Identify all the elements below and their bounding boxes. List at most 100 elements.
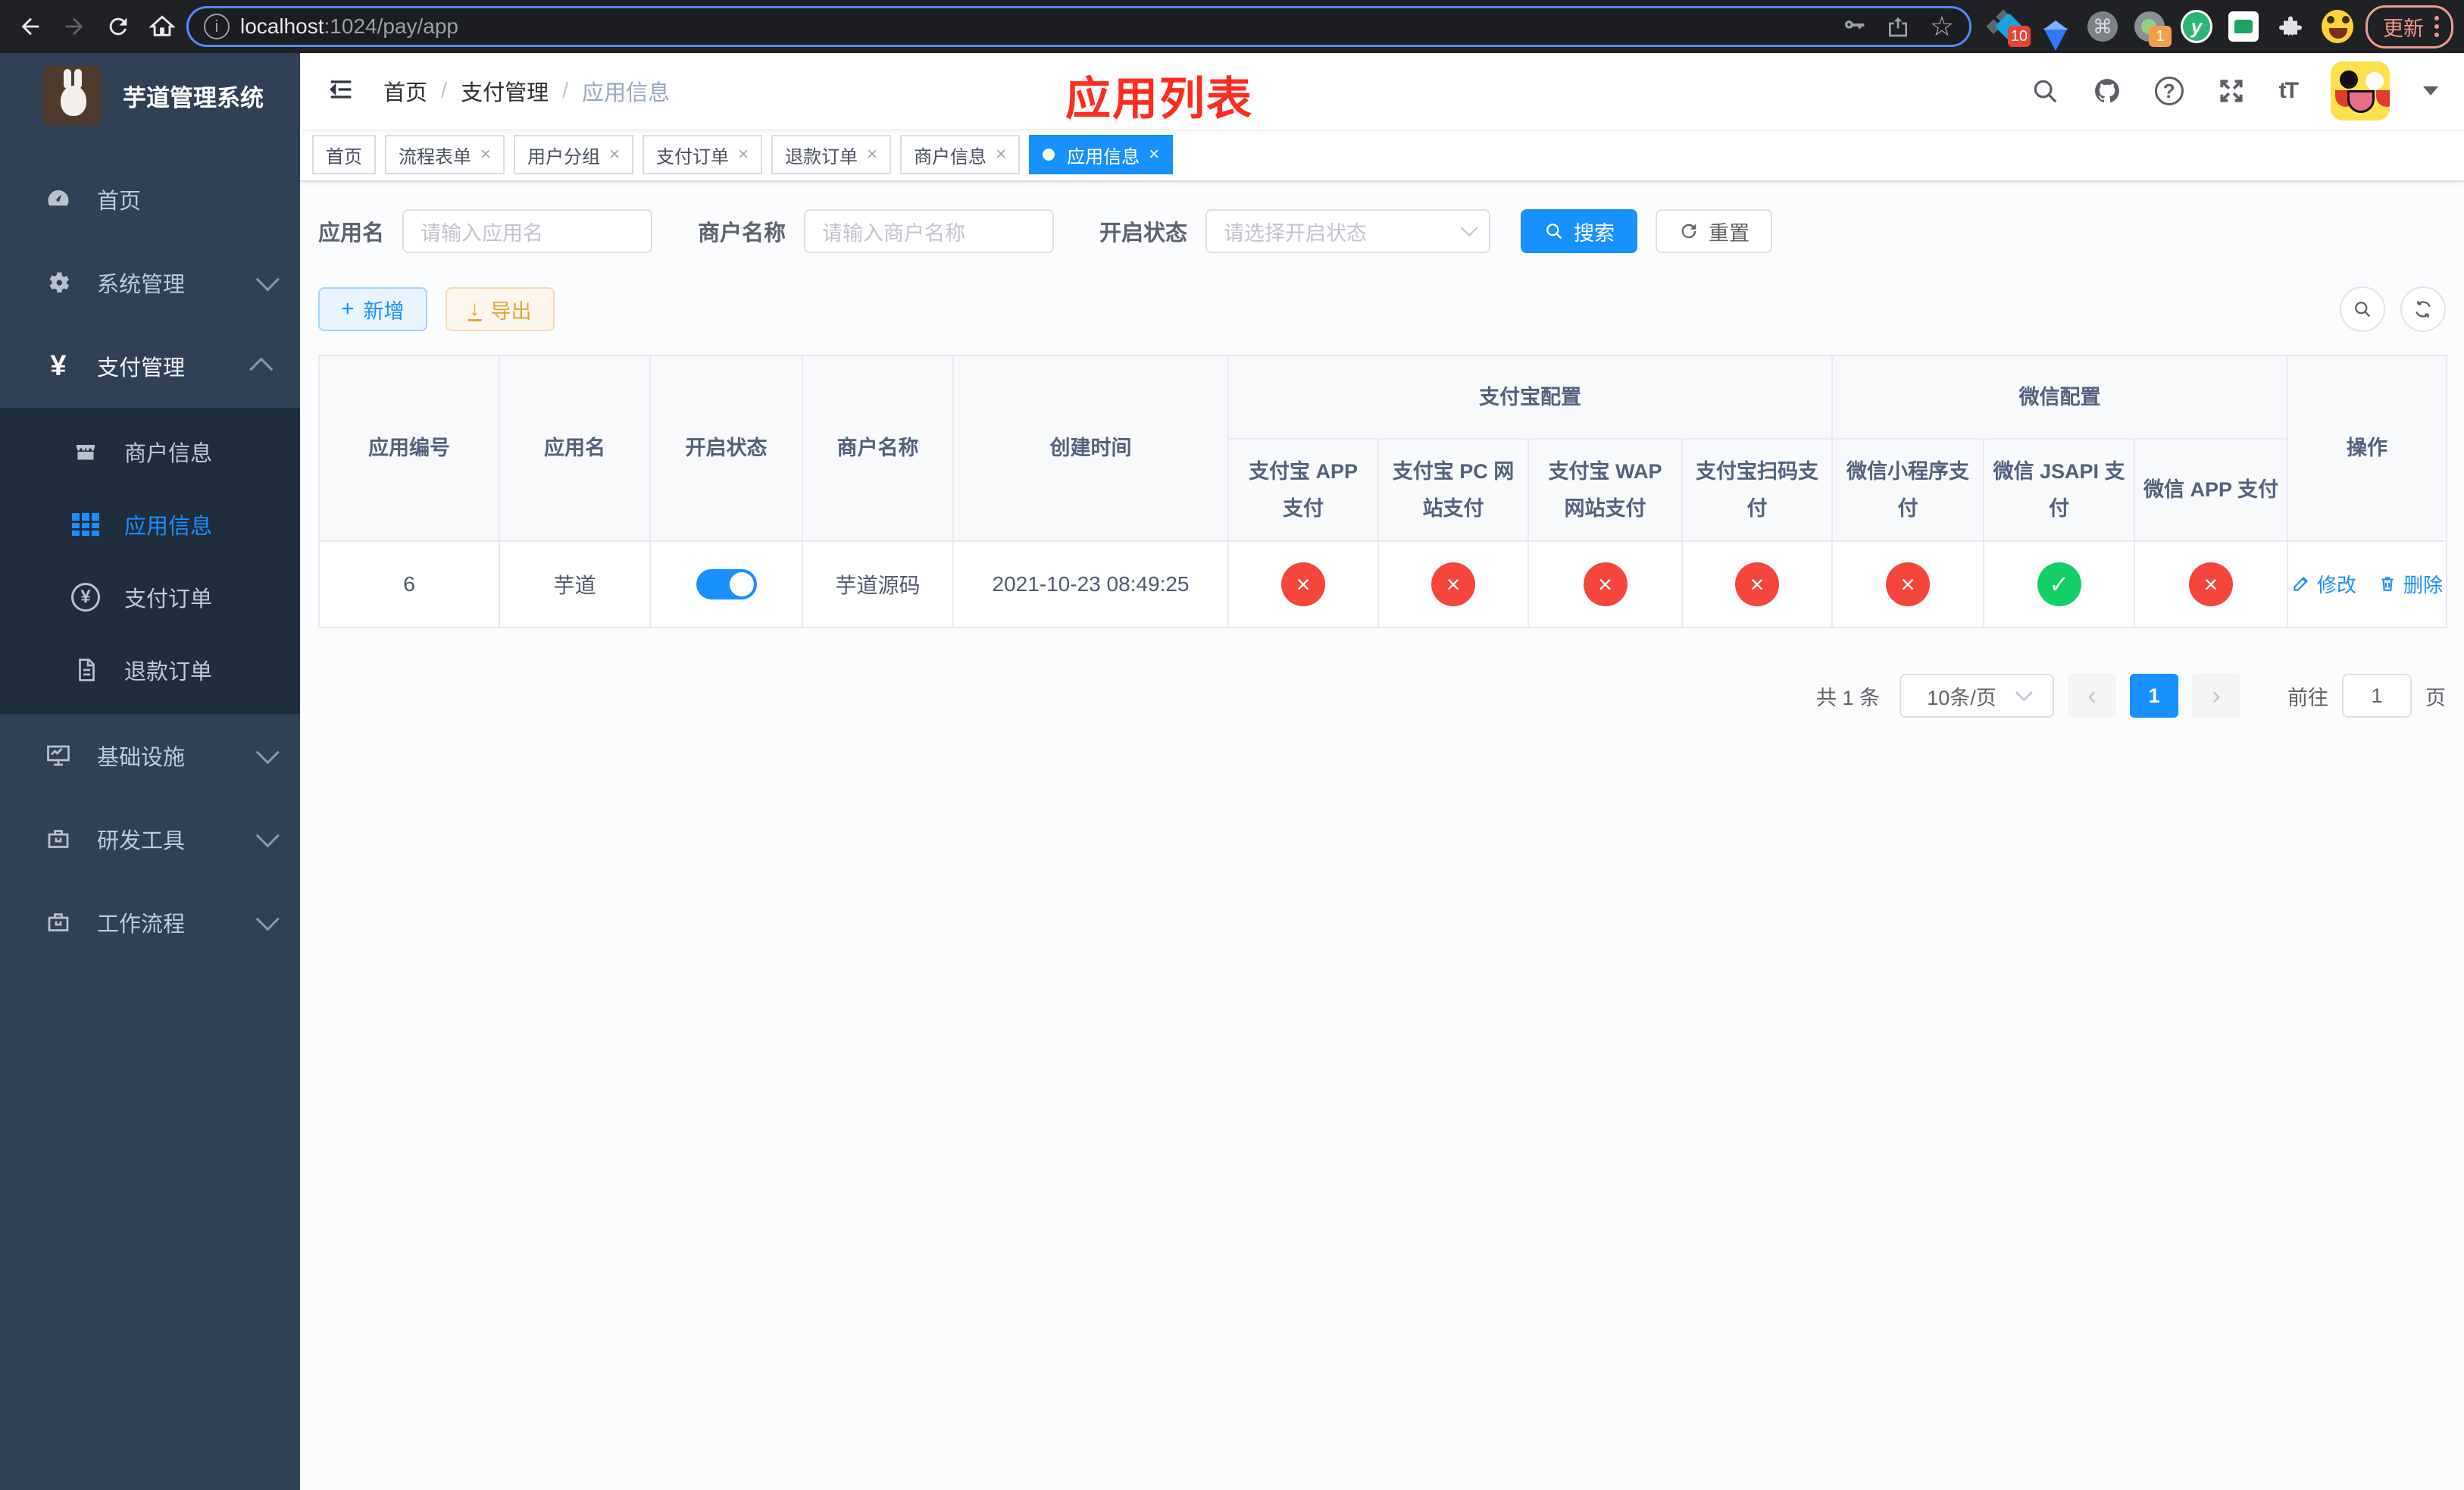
edit-pencil-icon: [2294, 577, 2309, 592]
github-icon[interactable]: [2093, 77, 2122, 105]
extension-yudao-icon[interactable]: y: [2181, 10, 2212, 43]
browser-profile-avatar[interactable]: [2322, 10, 2353, 43]
sidebar-fold-button[interactable]: [326, 74, 356, 108]
tab-app-info[interactable]: 应用信息 ×: [1029, 135, 1174, 174]
sidebar-item-devtool[interactable]: 研发工具: [0, 797, 300, 881]
tab-label: 流程表单: [399, 146, 471, 167]
tab-label: 用户分组: [527, 146, 601, 167]
url-bar[interactable]: i localhost:1024/pay/app ☆: [186, 6, 1972, 47]
cell-merchant: 芋道源码: [802, 540, 954, 629]
sidebar-item-app-info[interactable]: 应用信息: [0, 488, 300, 561]
page-size-select[interactable]: 10条/页: [1900, 674, 2054, 718]
extensions-puzzle-icon[interactable]: [2275, 11, 2306, 42]
toggle-search-button[interactable]: [2340, 286, 2385, 332]
edit-link[interactable]: 修改: [2291, 570, 2356, 598]
prev-page-button[interactable]: ‹: [2068, 674, 2116, 718]
browser-toolbar: i localhost:1024/pay/app ☆ 10 ⌘ 1 y 更新: [0, 0, 2464, 53]
col-group-alipay: 支付宝配置: [1227, 355, 1833, 440]
sidebar-item-merchant-info[interactable]: 商户信息: [0, 415, 300, 488]
tab-process-form[interactable]: 流程表单 ×: [385, 135, 505, 174]
bookmark-star-icon[interactable]: ☆: [1930, 13, 1954, 40]
tab-home[interactable]: 首页: [312, 135, 376, 174]
sidebar-item-system[interactable]: 系统管理: [0, 241, 300, 324]
placeholder-text: 请输入应用名: [421, 221, 544, 245]
sidebar-item-label: 退款订单: [124, 660, 213, 684]
sidebar-item-pay[interactable]: ¥ 支付管理: [0, 324, 300, 408]
status-select[interactable]: 请选择开启状态: [1205, 209, 1491, 253]
col-merchant: 商户名称: [802, 354, 954, 543]
share-icon[interactable]: [1886, 14, 1910, 39]
goto-page-input[interactable]: 1: [2342, 674, 2412, 718]
sidebar-item-workflow[interactable]: 工作流程: [0, 881, 300, 964]
site-info-icon[interactable]: i: [204, 14, 230, 39]
app-name-input[interactable]: 请输入应用名: [402, 209, 653, 253]
app-table: 应用编号 应用名 开启状态 商户名称 创建时间 支付宝配置 微信配置 操作 支付…: [318, 354, 2448, 629]
close-icon[interactable]: ×: [480, 144, 491, 165]
status-label: 开启状态: [1099, 221, 1188, 246]
export-button[interactable]: ↓ 导出: [445, 287, 555, 331]
sidebar-item-pay-order[interactable]: ¥ 支付订单: [0, 561, 300, 634]
browser-home-button[interactable]: [142, 7, 182, 46]
tab-pay-order[interactable]: 支付订单 ×: [643, 135, 763, 174]
gear-icon: [42, 269, 74, 296]
yen-circle-icon: ¥: [70, 583, 102, 612]
page-number-1[interactable]: 1: [2130, 674, 2178, 718]
fullscreen-icon[interactable]: [2217, 77, 2246, 105]
col-app-name: 应用名: [499, 354, 651, 543]
refresh-icon: [1681, 224, 1696, 239]
extension-recorder-icon[interactable]: 1: [2134, 11, 2172, 47]
extension-command-icon[interactable]: ⌘: [2087, 11, 2118, 42]
page-number-label: 1: [2148, 684, 2160, 707]
font-size-icon[interactable]: tT: [2279, 78, 2299, 104]
refresh-table-button[interactable]: [2400, 286, 2446, 332]
chevron-down-icon: [255, 268, 280, 292]
next-page-button[interactable]: ›: [2192, 674, 2240, 718]
search-icon[interactable]: [2031, 77, 2059, 105]
col-alipay-qr: 支付宝扫码支付: [1681, 437, 1833, 543]
close-icon[interactable]: ×: [609, 144, 620, 165]
browser-update-button[interactable]: 更新: [2366, 5, 2453, 49]
user-avatar[interactable]: [2331, 61, 2390, 121]
browser-back-button[interactable]: [11, 7, 50, 46]
reset-button[interactable]: 重置: [1656, 209, 1773, 253]
tab-user-group[interactable]: 用户分组 ×: [514, 135, 634, 174]
browser-forward-button[interactable]: [55, 7, 94, 46]
col-alipay-wap: 支付宝 WAP 网站支付: [1527, 437, 1683, 543]
enabled-toggle[interactable]: [696, 569, 757, 600]
browser-reload-button[interactable]: [98, 7, 138, 46]
tab-merchant-info[interactable]: 商户信息 ×: [900, 135, 1021, 174]
goto-prefix: 前往: [2287, 686, 2328, 709]
merchant-name-input[interactable]: 请输入商户名称: [804, 209, 1055, 253]
export-button-label: 导出: [490, 299, 532, 323]
close-icon[interactable]: ×: [1149, 144, 1159, 165]
add-button[interactable]: + 新增: [318, 287, 427, 331]
breadcrumb-pay[interactable]: 支付管理: [461, 75, 549, 107]
extension-chat-icon[interactable]: [2228, 11, 2259, 42]
document-icon: [70, 656, 102, 684]
home-icon: [149, 15, 175, 36]
breadcrumb-home[interactable]: 首页: [383, 75, 427, 107]
close-icon[interactable]: ×: [996, 144, 1006, 165]
goto-suffix: 页: [2425, 686, 2446, 709]
placeholder-text: 请输入商户名称: [822, 221, 966, 245]
url-text[interactable]: localhost:1024/pay/app: [240, 14, 1831, 39]
plus-icon: +: [341, 296, 355, 321]
tab-refund-order[interactable]: 退款订单 ×: [771, 135, 892, 174]
close-icon[interactable]: ×: [867, 144, 877, 165]
search-button[interactable]: 搜索: [1521, 209, 1638, 253]
cell-app-name: 芋道: [499, 540, 651, 629]
sidebar-logo[interactable]: 芋道管理系统: [0, 53, 300, 138]
sidebar-item-refund-order[interactable]: 退款订单: [0, 634, 300, 706]
sidebar-item-infra[interactable]: 基础设施: [0, 714, 300, 797]
password-key-icon[interactable]: [1842, 14, 1866, 39]
sidebar-item-home[interactable]: 首页: [0, 158, 300, 241]
help-icon[interactable]: ?: [2154, 77, 2184, 105]
close-icon[interactable]: ×: [738, 144, 749, 165]
browser-menu-icon[interactable]: [2434, 16, 2444, 37]
chevron-down-icon: [255, 824, 280, 848]
extension-gem-icon[interactable]: [2040, 11, 2072, 51]
delete-link[interactable]: 删除: [2378, 570, 2443, 598]
reset-button-label: 重置: [1709, 221, 1750, 245]
avatar-caret-icon[interactable]: [2423, 86, 2438, 95]
extension-blocks-icon[interactable]: 10: [1993, 11, 2031, 47]
